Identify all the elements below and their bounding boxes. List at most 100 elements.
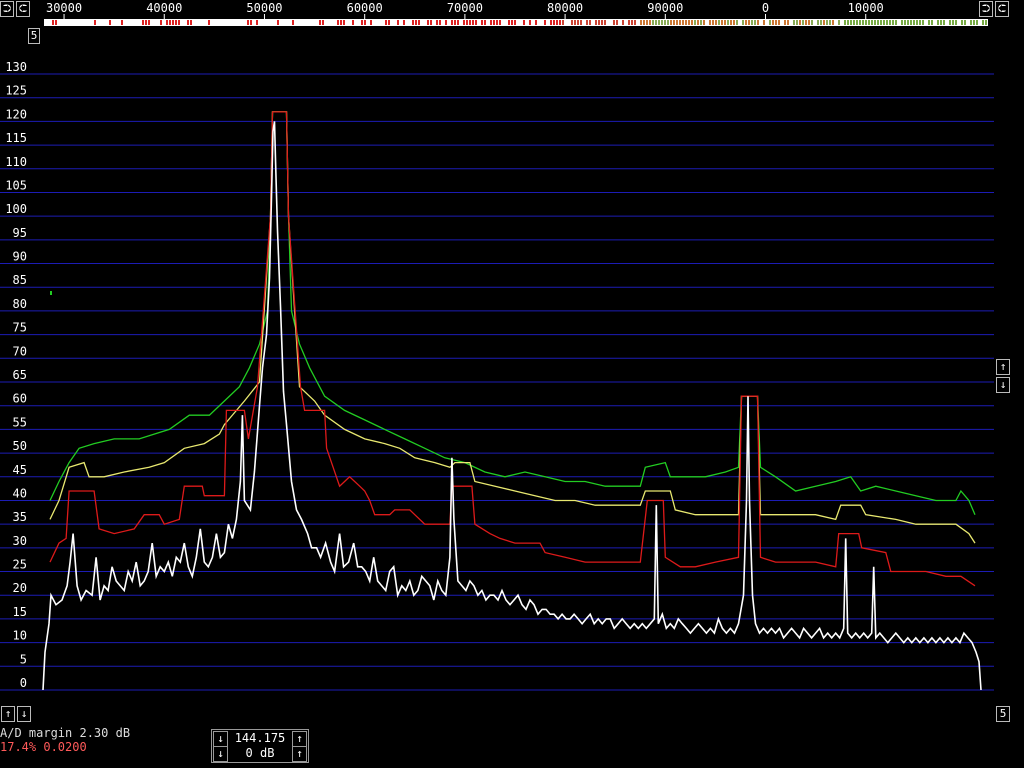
strip-mark	[985, 20, 987, 25]
arrow-up-icon: ↑	[296, 747, 303, 760]
gain-up-button[interactable]: ↑	[292, 746, 307, 762]
strip-mark	[964, 20, 966, 25]
scroll-left-fast-button[interactable]: ⮈	[16, 1, 30, 17]
strip-mark	[913, 20, 915, 25]
strip-mark	[685, 20, 687, 25]
y-tick-label: 15	[13, 605, 27, 619]
right-bottom-box[interactable]: 5	[996, 706, 1010, 722]
y-tick-label: 125	[5, 84, 27, 98]
y-tick-label: 100	[5, 202, 27, 216]
strip-mark	[643, 20, 645, 25]
scroll-left-button[interactable]: ⮊	[0, 1, 14, 17]
strip-mark	[190, 20, 192, 25]
x-tick-label: 70000	[447, 1, 483, 15]
arrow-down-icon: ↓	[999, 378, 1007, 391]
strip-mark	[823, 20, 825, 25]
right-bottom-value: 5	[999, 707, 1007, 720]
y-tick-label: 75	[13, 321, 27, 335]
strip-mark	[493, 20, 495, 25]
strip-mark	[586, 20, 588, 25]
frequency-control[interactable]: ↓ 144.175 ↑ ↓ 0 dB ↑	[211, 729, 309, 763]
strip-mark	[529, 20, 531, 25]
frequency-value[interactable]: 144.175	[230, 731, 290, 745]
frequency-axis-bar[interactable]: 30000 40000 50000 60000 70000 80000 90000 0 1000…	[0, 0, 1024, 28]
strip-mark	[805, 20, 807, 25]
strip-mark	[571, 20, 573, 25]
y-tick-label: 45	[13, 463, 27, 477]
y-tick-label: 105	[5, 178, 27, 192]
strip-mark	[883, 20, 885, 25]
strip-mark	[733, 20, 735, 25]
strip-mark	[904, 20, 906, 25]
strip-mark	[430, 20, 432, 25]
strip-mark	[829, 20, 831, 25]
strip-mark	[769, 20, 771, 25]
strip-mark	[697, 20, 699, 25]
strip-mark	[961, 20, 963, 25]
strip-mark	[496, 20, 498, 25]
y-tick-label: 10	[13, 629, 27, 643]
strip-mark	[649, 20, 651, 25]
strip-mark	[499, 20, 501, 25]
strip-mark	[481, 20, 483, 25]
strip-mark	[166, 20, 168, 25]
status-readout: 17.4% 0.0200	[0, 740, 87, 754]
strip-mark	[472, 20, 474, 25]
series-line-red	[49, 111, 976, 587]
strip-mark	[916, 20, 918, 25]
strip-mark	[364, 20, 366, 25]
scale-down-button[interactable]: ↓	[17, 706, 31, 722]
gain-value[interactable]: 0 dB	[230, 746, 290, 760]
gain-down-button[interactable]: ↓	[213, 746, 228, 762]
strip-mark	[721, 20, 723, 25]
strip-mark	[490, 20, 492, 25]
scroll-right-fast-button[interactable]: ⮈	[995, 1, 1009, 17]
strip-mark	[601, 20, 603, 25]
strip-mark	[952, 20, 954, 25]
strip-mark	[652, 20, 654, 25]
freq-down-button[interactable]: ↓	[213, 731, 228, 747]
strip-mark	[928, 20, 930, 25]
strip-mark	[673, 20, 675, 25]
strip-mark	[976, 20, 978, 25]
y-tick-label: 5	[20, 652, 27, 666]
strip-mark	[811, 20, 813, 25]
strip-mark	[679, 20, 681, 25]
strip-mark	[949, 20, 951, 25]
scroll-right-fast-icon: ⮈	[997, 2, 1007, 15]
strip-mark	[910, 20, 912, 25]
strip-mark	[691, 20, 693, 25]
scroll-right-button[interactable]: ⮊	[979, 1, 993, 17]
strip-mark	[799, 20, 801, 25]
spectrum-chart[interactable]: 0 5 10 15 20 25 30 35 40 45 50 55 60 65 70 75 80 85 90 95 10…	[0, 28, 1024, 724]
strip-mark	[340, 20, 342, 25]
strip-mark	[880, 20, 882, 25]
strip-mark	[397, 20, 399, 25]
strip-mark	[919, 20, 921, 25]
ref-level-up-button[interactable]: ↑	[996, 359, 1010, 375]
strip-mark	[52, 20, 54, 25]
strip-mark	[436, 20, 438, 25]
strip-mark	[403, 20, 405, 25]
scale-up-button[interactable]: ↑	[1, 706, 15, 722]
strip-mark	[778, 20, 780, 25]
ref-level-down-button[interactable]: ↓	[996, 377, 1010, 393]
freq-up-button[interactable]: ↑	[292, 731, 307, 747]
strip-mark	[727, 20, 729, 25]
strip-mark	[709, 20, 711, 25]
strip-mark	[412, 20, 414, 25]
strip-mark	[970, 20, 972, 25]
strip-mark	[187, 20, 189, 25]
strip-mark	[730, 20, 732, 25]
strip-mark	[589, 20, 591, 25]
strip-mark	[889, 20, 891, 25]
y-tick-label: 95	[13, 226, 27, 240]
strip-mark	[427, 20, 429, 25]
strip-mark	[943, 20, 945, 25]
strip-mark	[475, 20, 477, 25]
strip-mark	[775, 20, 777, 25]
strip-mark	[745, 20, 747, 25]
y-tick-label: 20	[13, 581, 27, 595]
strip-mark	[370, 20, 372, 25]
arrow-down-icon: ↓	[217, 732, 224, 745]
